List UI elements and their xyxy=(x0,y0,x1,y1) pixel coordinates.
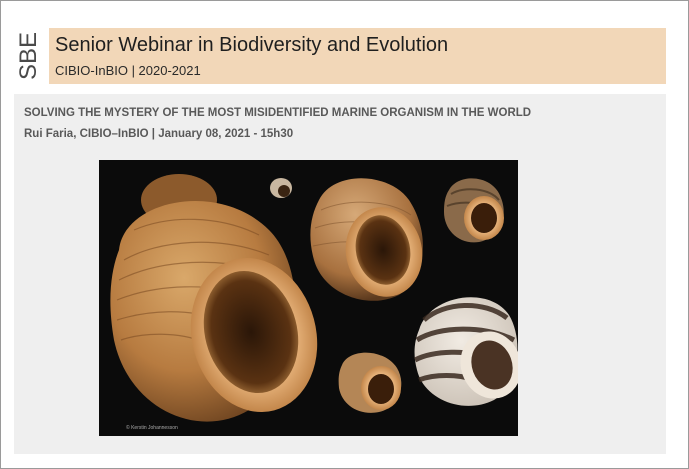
webinar-title: Senior Webinar in Biodiversity and Evolu… xyxy=(55,34,449,56)
small-shell-top-right xyxy=(444,178,504,243)
title-bar: Senior Webinar in Biodiversity and Evolu… xyxy=(49,28,666,84)
tiny-shell xyxy=(270,178,292,198)
striped-shell xyxy=(413,297,518,406)
small-shell-bottom xyxy=(338,352,402,413)
sbe-logo: SBE xyxy=(14,28,44,84)
talk-panel: SOLVING THE MYSTERY OF THE MOST MISIDENT… xyxy=(14,94,666,454)
shells-illustration xyxy=(110,174,518,422)
photo-credit: © Kerstin Johannesson xyxy=(126,425,178,431)
talk-title: SOLVING THE MYSTERY OF THE MOST MISIDENT… xyxy=(24,107,532,119)
large-shell xyxy=(110,174,318,422)
sbe-logo-text: SBE xyxy=(15,31,42,81)
webinar-subtitle: CIBIO-InBIO | 2020-2021 xyxy=(55,63,201,78)
middle-shell xyxy=(310,178,423,301)
shells-photo: © Kerstin Johannesson xyxy=(99,160,518,436)
talk-speaker-date: Rui Faria, CIBIO–InBIO | January 08, 202… xyxy=(24,128,294,140)
